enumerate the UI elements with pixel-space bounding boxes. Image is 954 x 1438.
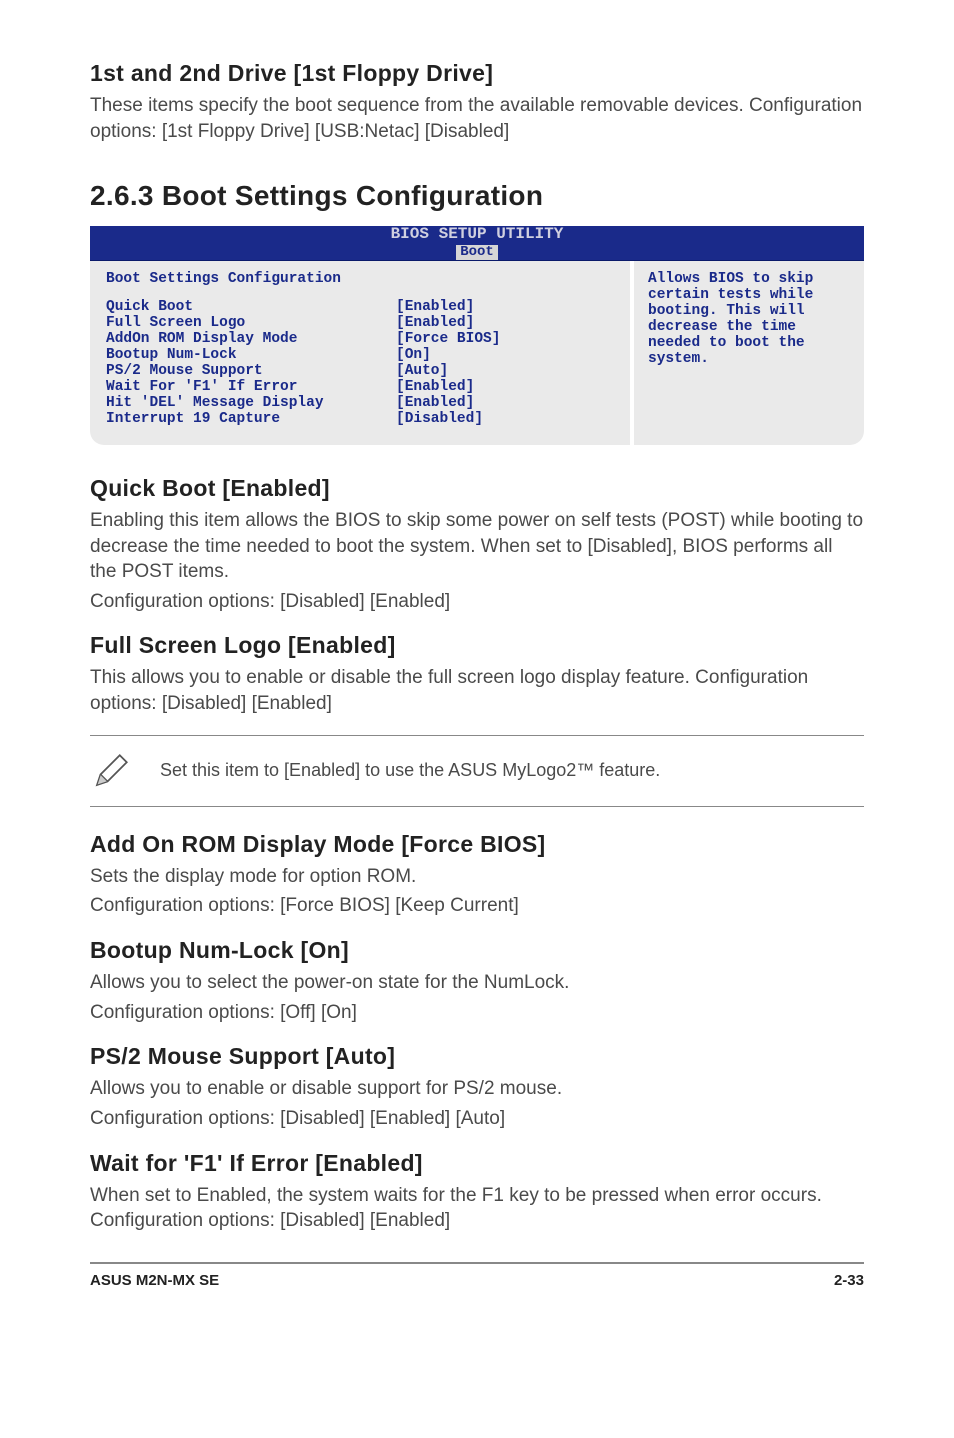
- bios-row-label: Hit 'DEL' Message Display: [106, 395, 396, 411]
- note-box: Set this item to [Enabled] to use the AS…: [90, 735, 864, 807]
- quick-boot-body1: Enabling this item allows the BIOS to sk…: [90, 508, 864, 585]
- wait-f1-heading: Wait for 'F1' If Error [Enabled]: [90, 1150, 864, 1177]
- bios-row: PS/2 Mouse Support[Auto]: [106, 363, 614, 379]
- bootup-numlock-heading: Bootup Num-Lock [On]: [90, 937, 864, 964]
- add-on-rom-body1: Sets the display mode for option ROM.: [90, 864, 864, 890]
- bios-row-value: [Force BIOS]: [396, 331, 500, 347]
- bios-row-label: Wait For 'F1' If Error: [106, 379, 396, 395]
- bios-title-line1: BIOS SETUP UTILITY: [90, 226, 864, 243]
- bios-row-value: [Auto]: [396, 363, 448, 379]
- wait-f1-body: When set to Enabled, the system waits fo…: [90, 1183, 864, 1234]
- bios-row: Wait For 'F1' If Error[Enabled]: [106, 379, 614, 395]
- bios-row-value: [Enabled]: [396, 315, 474, 331]
- bios-row-value: [Enabled]: [396, 379, 474, 395]
- add-on-rom-heading: Add On ROM Display Mode [Force BIOS]: [90, 831, 864, 858]
- bios-help-panel: Allows BIOS to skip certain tests while …: [634, 261, 864, 445]
- add-on-rom-body2: Configuration options: [Force BIOS] [Kee…: [90, 893, 864, 919]
- ps2-mouse-body1: Allows you to enable or disable support …: [90, 1076, 864, 1102]
- bios-row-value: [Enabled]: [396, 299, 474, 315]
- bios-row-label: AddOn ROM Display Mode: [106, 331, 396, 347]
- ps2-mouse-body2: Configuration options: [Disabled] [Enabl…: [90, 1106, 864, 1132]
- bios-tab-boot: Boot: [456, 245, 498, 260]
- bios-row: Bootup Num-Lock[On]: [106, 347, 614, 363]
- bios-row-label: PS/2 Mouse Support: [106, 363, 396, 379]
- bios-row: AddOn ROM Display Mode[Force BIOS]: [106, 331, 614, 347]
- bios-row: Hit 'DEL' Message Display[Enabled]: [106, 395, 614, 411]
- bios-row: Full Screen Logo[Enabled]: [106, 315, 614, 331]
- bios-help-text: Allows BIOS to skip certain tests while …: [648, 271, 850, 367]
- bios-row-label: Full Screen Logo: [106, 315, 396, 331]
- pencil-icon: [90, 750, 132, 792]
- bootup-numlock-body2: Configuration options: [Off] [On]: [90, 1000, 864, 1026]
- drive-heading: 1st and 2nd Drive [1st Floppy Drive]: [90, 60, 864, 87]
- bios-row: Interrupt 19 Capture[Disabled]: [106, 411, 614, 427]
- bios-left-panel: Boot Settings Configuration Quick Boot[E…: [90, 261, 634, 445]
- footer-right: 2-33: [834, 1272, 864, 1289]
- quick-boot-body2: Configuration options: [Disabled] [Enabl…: [90, 589, 864, 615]
- bios-panel-title: Boot Settings Configuration: [106, 271, 614, 287]
- bootup-numlock-body1: Allows you to select the power-on state …: [90, 970, 864, 996]
- ps2-mouse-heading: PS/2 Mouse Support [Auto]: [90, 1043, 864, 1070]
- bios-header: BIOS SETUP UTILITY Boot: [90, 226, 864, 261]
- bios-row-label: Bootup Num-Lock: [106, 347, 396, 363]
- bios-screenshot: BIOS SETUP UTILITY Boot Boot Settings Co…: [90, 226, 864, 445]
- bios-row-value: [Enabled]: [396, 395, 474, 411]
- full-screen-body: This allows you to enable or disable the…: [90, 665, 864, 716]
- bios-row-value: [On]: [396, 347, 431, 363]
- bios-row: Quick Boot[Enabled]: [106, 299, 614, 315]
- full-screen-heading: Full Screen Logo [Enabled]: [90, 632, 864, 659]
- bios-row-value: [Disabled]: [396, 411, 483, 427]
- quick-boot-heading: Quick Boot [Enabled]: [90, 475, 864, 502]
- note-text: Set this item to [Enabled] to use the AS…: [160, 760, 660, 781]
- footer-left: ASUS M2N-MX SE: [90, 1272, 219, 1289]
- bios-row-label: Quick Boot: [106, 299, 396, 315]
- page-footer: ASUS M2N-MX SE 2-33: [90, 1262, 864, 1289]
- drive-body: These items specify the boot sequence fr…: [90, 93, 864, 144]
- main-heading: 2.6.3 Boot Settings Configuration: [90, 180, 864, 212]
- bios-row-label: Interrupt 19 Capture: [106, 411, 396, 427]
